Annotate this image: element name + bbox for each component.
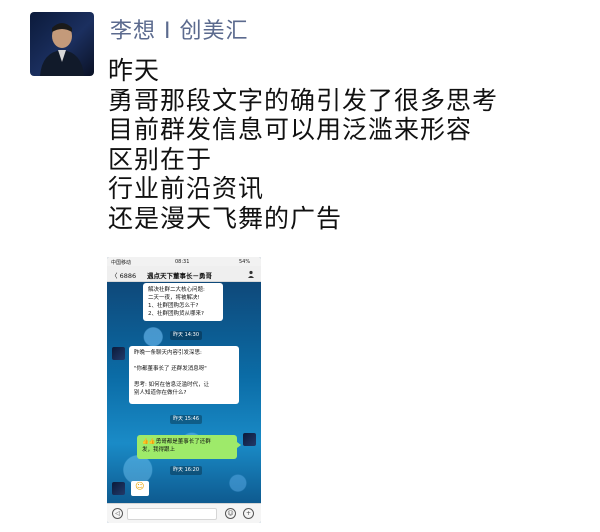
carrier-label: 中国移动 <box>111 259 132 266</box>
post-line: 行业前沿资讯 <box>108 174 265 203</box>
author-avatar[interactable] <box>30 12 94 76</box>
post-line: 昨天 <box>108 56 161 85</box>
person-icon <box>247 270 255 280</box>
post-line: 区别在于 <box>108 144 213 174</box>
emoji-icon: ☺ <box>225 508 236 519</box>
emoji-bubble: ☺ <box>131 481 149 496</box>
post-line: 勇哥那段文字的确引发了很多思考 <box>108 85 499 115</box>
plus-icon: + <box>243 508 254 519</box>
timestamp-chip: 昨天 15:46 <box>170 415 202 424</box>
message-line: 1、社群团购怎么干? <box>148 303 199 309</box>
message-line: 解决社群二大核心问题: <box>148 287 205 293</box>
back-button: 〈 6886 <box>111 272 137 280</box>
message-line <box>134 357 234 365</box>
chat-nav-bar: 〈 6886 遇点天下董事长－勇哥 <box>107 266 261 282</box>
chat-title: 遇点天下董事长－勇哥 <box>147 272 212 280</box>
post-line: 目前群发信息可以用泛滥来形容 <box>108 115 473 144</box>
timestamp-chip: 昨天 14:30 <box>170 331 202 340</box>
sender-avatar <box>112 347 125 360</box>
post-line: 还是漫天飞舞的广告 <box>108 203 343 233</box>
message-bubble: 解决社群二大核心问题: 二天一夜，将被解决! 1、社群团购怎么干? 2、社群团购… <box>143 283 223 321</box>
message-line: 别人知道你在做什么? <box>134 390 187 396</box>
message-line: 二天一夜，将被解决! <box>148 295 200 301</box>
message-line <box>134 373 234 381</box>
message-line: 昨晚一条聊天内容引发深思: <box>134 350 202 356</box>
voice-icon: ◁ <box>112 508 123 519</box>
message-line: 发，我得跟上 <box>142 447 176 453</box>
message-line: 👍👍勇哥都是董事长了还群 <box>142 439 211 445</box>
message-line: "你都董事长了 还群发消息呀" <box>134 366 207 372</box>
own-message-bubble: 👍👍勇哥都是董事长了还群 发，我得跟上 <box>137 435 241 459</box>
person-silhouette-icon <box>40 23 84 76</box>
sender-avatar <box>112 482 125 495</box>
author-name[interactable]: 李想 I 创美汇 <box>110 13 248 45</box>
timestamp-chip: 昨天 16:20 <box>170 466 202 475</box>
smile-icon: ☺ <box>135 482 145 492</box>
attached-chat-screenshot[interactable]: 中国移动 08:31 54% 〈 6886 遇点天下董事长－勇哥 解决社群二大核… <box>107 257 261 523</box>
status-time: 08:31 <box>175 258 190 265</box>
chat-input-bar: ◁ ☺ + <box>107 503 261 523</box>
message-line: 思考: 如何在信息泛滥时代，让 <box>134 382 210 388</box>
battery-label: 54% <box>239 258 251 265</box>
message-bubble: 昨晚一条聊天内容引发深思: "你都董事长了 还群发消息呀" 思考: 如何在信息泛… <box>129 346 239 404</box>
phone-status-bar: 中国移动 08:31 54% <box>107 257 261 266</box>
message-input <box>127 508 217 520</box>
own-avatar <box>243 433 256 446</box>
message-line: 2、社群团购货从哪来? <box>148 311 204 317</box>
post-text: 昨天 勇哥那段文字的确引发了很多思考 目前群发信息可以用泛滥来形容 区别在于 行… <box>108 56 498 233</box>
